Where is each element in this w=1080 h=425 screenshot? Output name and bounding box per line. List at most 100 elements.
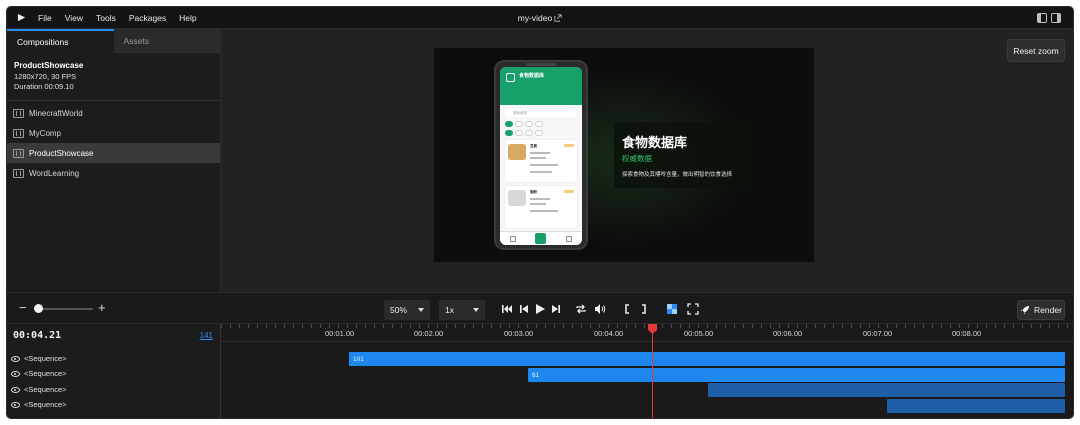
ruler-tick-label: 00:04.00: [594, 329, 624, 338]
play-icon[interactable]: [534, 303, 546, 315]
food-detail-line: [530, 210, 558, 212]
food-tag: [564, 190, 574, 193]
step-back-icon[interactable]: [518, 303, 530, 315]
composition-duration: Duration 00:09.10: [14, 82, 74, 91]
volume-icon[interactable]: [594, 303, 606, 315]
composition-list: MinecraftWorld MyComp ProductShowcase Wo…: [7, 103, 220, 183]
menu-tools[interactable]: Tools: [96, 13, 116, 23]
video-canvas[interactable]: 食物数据库 搜索食物 豆腐 面粉 食物数据库 权威数据 探索食物及其嘌呤含量，做…: [434, 48, 814, 262]
ruler-tick-label: 00:08.00: [952, 329, 982, 338]
track-label: <Sequence>: [24, 400, 67, 409]
fullscreen-icon[interactable]: [687, 303, 699, 315]
tab-compositions[interactable]: Compositions: [7, 29, 114, 53]
track-row: <Sequence>: [11, 366, 67, 381]
phone-chip: [525, 130, 533, 136]
timeline-canvas[interactable]: 00:01.00 00:02.00 00:03.00 00:04.00 00:0…: [221, 324, 1073, 418]
sequence-clip[interactable]: 61: [528, 368, 1065, 382]
sequence-clip[interactable]: [887, 399, 1065, 413]
playback-rate-select[interactable]: 1x: [439, 300, 485, 320]
rocket-icon: [1021, 306, 1030, 314]
track-row: <Sequence>: [11, 382, 67, 397]
hero-description: 探索食物及其嘌呤含量，做出明智的饮食选择: [622, 172, 733, 178]
food-name: 豆腐: [530, 144, 537, 148]
track-row: <Sequence>: [11, 351, 67, 366]
ruler-tick-label: 00:07.00: [863, 329, 893, 338]
playhead-handle-icon[interactable]: [648, 324, 657, 334]
phone-notch: [526, 63, 556, 66]
out-point-icon[interactable]: [637, 303, 649, 315]
app-window: File View Tools Packages Help my-video C…: [6, 6, 1074, 419]
toggle-right-panel-icon[interactable]: [1051, 13, 1061, 23]
composition-item-wordlearning[interactable]: WordLearning: [7, 163, 220, 183]
phone-filter-chips: [500, 130, 582, 136]
chevron-down-icon: [418, 308, 424, 312]
eye-icon[interactable]: [11, 370, 20, 377]
track-row: <Sequence>: [11, 397, 67, 412]
food-detail-line: [530, 152, 550, 154]
composition-info: ProductShowcase 1280x720, 30 FPS Duratio…: [7, 53, 220, 101]
eye-icon[interactable]: [11, 355, 20, 362]
sequence-clip[interactable]: 101: [349, 352, 1065, 366]
ruler-tick-label: 00:06.00: [773, 329, 803, 338]
tab-assets[interactable]: Assets: [114, 29, 221, 53]
playback-toolbar: − + 50% 1x Render: [7, 292, 1073, 324]
eye-icon[interactable]: [11, 401, 20, 408]
food-detail-line: [530, 157, 546, 159]
phone-chip: [535, 130, 543, 136]
food-image: [508, 144, 526, 160]
composition-name: ProductShowcase: [14, 61, 84, 70]
reset-zoom-button[interactable]: Reset zoom: [1007, 39, 1065, 62]
open-external-icon[interactable]: [554, 14, 562, 22]
track-list: 00:04.21 141 <Sequence> <Sequence> <Sequ…: [7, 324, 221, 418]
phone-bottom-nav: [500, 231, 582, 245]
ruler-tick-label: 00:05.00: [684, 329, 714, 338]
loop-icon[interactable]: [575, 303, 587, 315]
checkerboard-icon[interactable]: [666, 303, 678, 315]
hero-subtitle: 权威数据: [622, 154, 652, 163]
composition-item-minecraftworld[interactable]: MinecraftWorld: [7, 103, 220, 123]
food-name: 面粉: [530, 190, 537, 194]
jump-to-start-icon[interactable]: [501, 303, 513, 315]
film-icon: [13, 128, 24, 138]
nav-list-icon: [509, 235, 516, 242]
timeline-zoom-knob[interactable]: [34, 304, 43, 313]
menu-packages[interactable]: Packages: [129, 13, 166, 23]
ruler-tick-label: 00:02.00: [414, 329, 444, 338]
zoom-out-icon[interactable]: −: [19, 301, 27, 314]
sequence-clip[interactable]: [708, 383, 1065, 397]
composition-item-label: MyComp: [29, 128, 62, 138]
menu-view[interactable]: View: [65, 13, 83, 23]
composition-item-productshowcase[interactable]: ProductShowcase: [7, 143, 220, 163]
food-detail-line: [530, 203, 546, 205]
step-forward-icon[interactable]: [550, 303, 562, 315]
zoom-in-icon[interactable]: +: [98, 301, 106, 314]
composition-item-mycomp[interactable]: MyComp: [7, 123, 220, 143]
food-detail-line: [530, 198, 550, 200]
preview-zoom-select[interactable]: 50%: [384, 300, 430, 320]
render-button[interactable]: Render: [1017, 300, 1065, 320]
current-frame-link[interactable]: 141: [200, 331, 213, 340]
phone-food-card: 面粉: [505, 186, 577, 228]
phone-chip: [505, 121, 513, 127]
in-point-icon[interactable]: [622, 303, 634, 315]
menu-bar: File View Tools Packages Help: [7, 7, 1073, 29]
toggle-left-panel-icon[interactable]: [1037, 13, 1047, 23]
menu-help[interactable]: Help: [179, 13, 196, 23]
track-label: <Sequence>: [24, 385, 67, 394]
composition-item-label: ProductShowcase: [29, 148, 94, 158]
film-icon: [13, 148, 24, 158]
playhead-line[interactable]: [652, 328, 653, 418]
film-icon: [13, 168, 24, 178]
current-timecode: 00:04.21: [13, 330, 62, 341]
menu-file[interactable]: File: [38, 13, 52, 23]
eye-icon[interactable]: [11, 386, 20, 393]
film-icon: [13, 108, 24, 118]
phone-app-header: 食物数据库: [500, 67, 582, 105]
phone-screen: 食物数据库 搜索食物 豆腐 面粉: [500, 67, 582, 245]
composition-resolution: 1280x720, 30 FPS: [14, 72, 77, 81]
phone-chip: [525, 121, 533, 127]
playback-rate-value: 1x: [445, 305, 454, 315]
composition-item-label: WordLearning: [29, 168, 80, 178]
food-detail-line: [530, 171, 552, 173]
food-image: [508, 190, 526, 206]
